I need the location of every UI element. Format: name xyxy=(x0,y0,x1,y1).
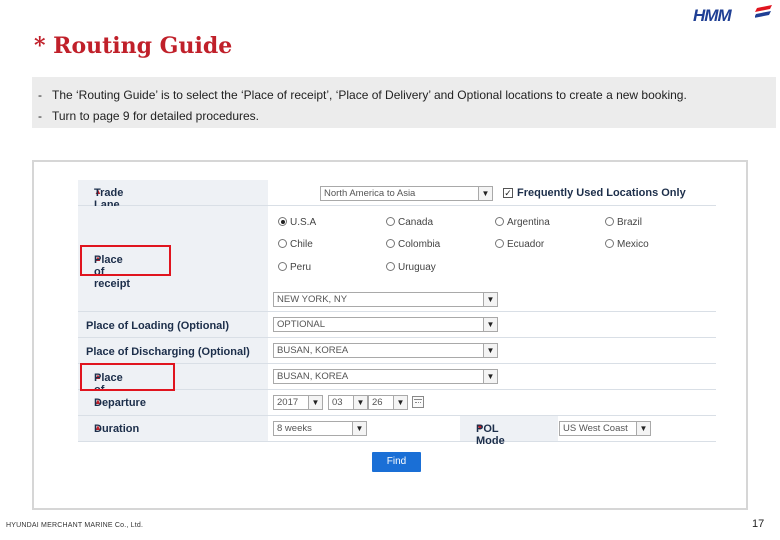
note-line: - The ‘Routing Guide’ is to select the ‘P… xyxy=(38,88,687,102)
radio-icon xyxy=(386,262,395,271)
departure-label-cell: ▲ Departure xyxy=(78,390,268,415)
radio-icon xyxy=(605,217,614,226)
country-radio-colombia[interactable]: Colombia xyxy=(386,239,440,250)
country-radio-mexico[interactable]: Mexico xyxy=(605,239,649,250)
loading-select[interactable]: OPTIONAL ▼ xyxy=(273,317,498,332)
trade-lane-label-cell: ▲ Trade Lane xyxy=(78,180,268,211)
chevron-down-icon: ▼ xyxy=(393,396,407,409)
country-radio-usa[interactable]: U.S.A xyxy=(278,217,316,228)
duration-row: ▲ Duration 8 weeks ▼ ▼ POL Mode US West Co… xyxy=(78,416,716,447)
departure-row: ▲ Departure 2017 ▼ 03 ▼ 26 ▼ xyxy=(78,390,716,416)
pol-mode-label-cell: ▼ POL Mode xyxy=(460,416,558,447)
radio-icon xyxy=(386,217,395,226)
chevron-down-icon: ▼ xyxy=(483,344,497,357)
country-radio-brazil[interactable]: Brazil xyxy=(605,217,642,228)
radio-icon xyxy=(495,239,504,248)
radio-icon xyxy=(278,239,287,248)
hmm-logo: HMM xyxy=(693,4,773,26)
calendar-icon[interactable] xyxy=(412,396,424,408)
chevron-down-icon: ▼ xyxy=(353,396,367,409)
delivery-select[interactable]: BUSAN, KOREA ▼ xyxy=(273,369,498,384)
highlight-place-of-receipt xyxy=(80,245,171,276)
receipt-location-select[interactable]: NEW YORK, NY ▼ xyxy=(273,292,498,307)
trade-lane-row: ▲ Trade Lane North America to Asia ▼ ✓ Fr… xyxy=(78,180,716,211)
place-of-discharging-row: Place of Discharging (Optional) BUSAN, K… xyxy=(78,338,716,364)
departure-day-select[interactable]: 26 ▼ xyxy=(368,395,408,410)
radio-icon xyxy=(386,239,395,248)
radio-icon xyxy=(605,239,614,248)
frequent-locations-checkbox[interactable]: ✓ xyxy=(503,188,513,198)
discharging-select[interactable]: BUSAN, KOREA ▼ xyxy=(273,343,498,358)
country-radio-argentina[interactable]: Argentina xyxy=(495,217,550,228)
note-line: - Turn to page 9 for detailed procedures. xyxy=(38,109,260,123)
country-radio-chile[interactable]: Chile xyxy=(278,239,313,250)
radio-icon xyxy=(495,217,504,226)
page-title: * Routing Guide xyxy=(34,33,233,59)
find-button[interactable]: Find xyxy=(372,452,421,472)
note-text: The ‘Routing Guide’ is to select the ‘Pl… xyxy=(52,88,687,102)
frequent-locations-label: Frequently Used Locations Only xyxy=(517,187,686,199)
chevron-down-icon: ▼ xyxy=(478,187,492,200)
chevron-down-icon: ▼ xyxy=(308,396,322,409)
country-radio-ecuador[interactable]: Ecuador xyxy=(495,239,544,250)
country-radio-peru[interactable]: Peru xyxy=(278,262,311,273)
place-of-loading-label-cell: Place of Loading (Optional) xyxy=(78,312,268,337)
radio-selected-icon xyxy=(278,217,287,226)
logo-text: HMM xyxy=(693,6,732,25)
page-number: 17 xyxy=(752,518,765,530)
departure-year-select[interactable]: 2017 ▼ xyxy=(273,395,323,410)
radio-icon xyxy=(278,262,287,271)
chevron-down-icon: ▼ xyxy=(352,422,366,435)
logo-flag-icon xyxy=(755,5,772,18)
country-radio-uruguay[interactable]: Uruguay xyxy=(386,262,436,273)
chevron-down-icon: ▼ xyxy=(483,293,497,306)
country-radio-canada[interactable]: Canada xyxy=(386,217,433,228)
pol-mode-select[interactable]: US West Coast ▼ xyxy=(559,421,651,436)
chevron-down-icon: ▼ xyxy=(636,422,650,435)
highlight-place-of-delivery xyxy=(80,363,175,391)
place-of-loading-row: Place of Loading (Optional) OPTIONAL ▼ xyxy=(78,312,716,338)
trade-lane-select[interactable]: North America to Asia ▼ xyxy=(320,186,493,201)
duration-label-cell: ▲ Duration xyxy=(78,416,268,441)
place-of-receipt-row: ▲ Place of receipt U.S.A Canada Argentina… xyxy=(78,206,716,312)
duration-select[interactable]: 8 weeks ▼ xyxy=(273,421,367,436)
chevron-down-icon: ▼ xyxy=(483,318,497,331)
place-of-discharging-label-cell: Place of Discharging (Optional) xyxy=(78,338,268,363)
footer-company: HYUNDAI MERCHANT MARINE Co., Ltd. xyxy=(6,522,144,529)
note-text: Turn to page 9 for detailed procedures. xyxy=(52,109,260,123)
notes-box: - The ‘Routing Guide’ is to select the ‘P… xyxy=(32,77,776,128)
departure-month-select[interactable]: 03 ▼ xyxy=(328,395,368,410)
chevron-down-icon: ▼ xyxy=(483,370,497,383)
